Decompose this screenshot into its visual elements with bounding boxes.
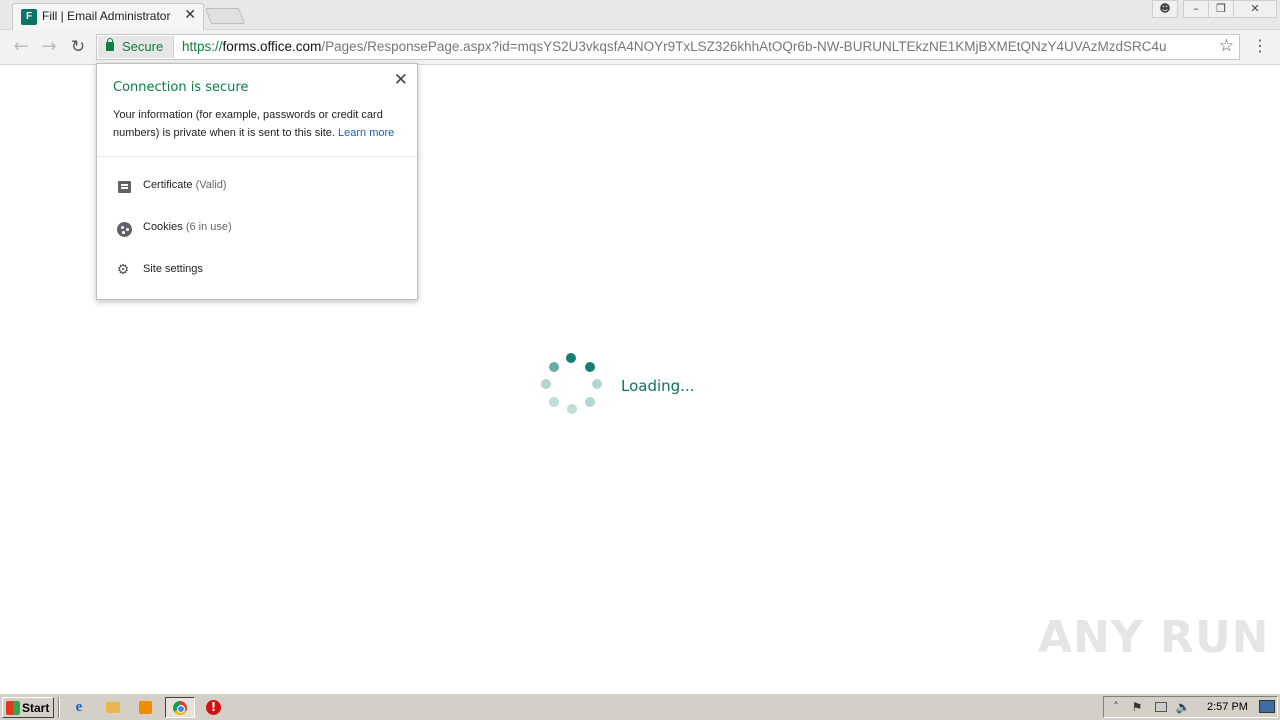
browser-menu-icon[interactable]: ⋮ xyxy=(1252,37,1268,57)
learn-more-link[interactable]: Learn more xyxy=(338,127,394,139)
restore-icon[interactable]: ❐ xyxy=(1208,0,1234,18)
browser-tab[interactable]: F Fill | Email Administrator ✕ xyxy=(12,3,204,30)
cookies-row[interactable]: Cookies (6 in use) xyxy=(113,218,403,238)
popup-title: Connection is secure xyxy=(113,80,249,95)
stop-icon[interactable] xyxy=(199,697,229,718)
popup-close-icon[interactable]: ✕ xyxy=(394,70,408,90)
reload-icon[interactable]: ↻ xyxy=(67,37,89,59)
spinner-dot xyxy=(549,397,559,407)
url-text[interactable]: https://forms.office.com/Pages/ResponseP… xyxy=(182,39,1167,54)
forward-arrow-icon[interactable]: → xyxy=(38,37,60,59)
popup-description: Your information (for example, passwords… xyxy=(113,106,409,142)
action-center-flag-icon[interactable]: ⚑ xyxy=(1129,699,1145,715)
taskbar-divider xyxy=(58,697,60,718)
spinner-dot xyxy=(549,362,559,372)
browser-toolbar: ← → ↻ Secure https://forms.office.com/Pa… xyxy=(0,30,1280,65)
url-host: forms.office.com xyxy=(222,39,322,54)
windows-flag-icon xyxy=(6,701,20,715)
popup-divider xyxy=(97,156,417,157)
certificate-label: Certificate (Valid) xyxy=(143,179,227,191)
security-chip[interactable]: Secure xyxy=(98,36,174,58)
start-button[interactable]: Start xyxy=(2,697,54,718)
site-settings-label: Site settings xyxy=(143,263,203,275)
spinner-dot xyxy=(566,353,576,363)
secure-label: Secure xyxy=(122,39,164,54)
taskbar: Start e ˄ ⚑ 🔈 2:57 PM xyxy=(0,693,1280,720)
loading-spinner-icon xyxy=(538,352,604,418)
explorer-folder-icon[interactable] xyxy=(98,697,128,718)
clock[interactable]: 2:57 PM xyxy=(1207,701,1248,713)
chrome-icon[interactable] xyxy=(165,697,195,718)
anyrun-watermark: ANY RUN xyxy=(1038,612,1270,663)
gear-icon: ⚙ xyxy=(116,261,130,277)
cookies-label: Cookies (6 in use) xyxy=(143,221,232,233)
lock-icon xyxy=(106,38,114,51)
loading-text: Loading... xyxy=(621,377,695,395)
certificate-icon xyxy=(115,178,131,194)
show-desktop-icon[interactable] xyxy=(1259,700,1275,713)
connection-info-popup: Connection is secure ✕ Your information … xyxy=(96,63,418,300)
spinner-dot xyxy=(585,397,595,407)
tab-close-icon[interactable]: ✕ xyxy=(184,7,196,23)
media-player-icon[interactable] xyxy=(131,697,161,718)
system-tray: ˄ ⚑ 🔈 2:57 PM xyxy=(1103,696,1278,718)
address-bar[interactable]: Secure https://forms.office.com/Pages/Re… xyxy=(96,34,1240,60)
internet-explorer-icon[interactable]: e xyxy=(64,697,94,718)
volume-icon[interactable]: 🔈 xyxy=(1175,699,1191,715)
back-arrow-icon[interactable]: ← xyxy=(10,37,32,59)
spinner-dot xyxy=(567,404,577,414)
tab-title: Fill | Email Administrator xyxy=(42,9,171,23)
url-scheme: https:// xyxy=(182,39,223,54)
user-icon[interactable]: ☻ xyxy=(1152,0,1178,18)
cookies-icon xyxy=(115,220,132,237)
spinner-dot xyxy=(541,379,551,389)
spinner-dot xyxy=(585,362,595,372)
window-close-icon[interactable]: ✕ xyxy=(1233,0,1277,18)
site-settings-row[interactable]: ⚙ Site settings xyxy=(113,260,403,280)
network-icon[interactable] xyxy=(1152,699,1168,715)
tab-strip: F Fill | Email Administrator ✕ ☻ – ❐ ✕ xyxy=(0,0,1280,30)
start-label: Start xyxy=(22,701,50,715)
certificate-row[interactable]: Certificate (Valid) xyxy=(113,176,403,196)
forms-favicon-icon: F xyxy=(21,9,37,25)
new-tab-button[interactable] xyxy=(205,8,245,24)
spinner-dot xyxy=(592,379,602,389)
url-path: /Pages/ResponsePage.aspx?id=mqsYS2U3vkqs… xyxy=(321,39,1167,54)
bookmark-star-icon[interactable]: ☆ xyxy=(1219,36,1234,56)
tray-expand-icon[interactable]: ˄ xyxy=(1108,699,1124,715)
minimize-icon[interactable]: – xyxy=(1183,0,1209,18)
